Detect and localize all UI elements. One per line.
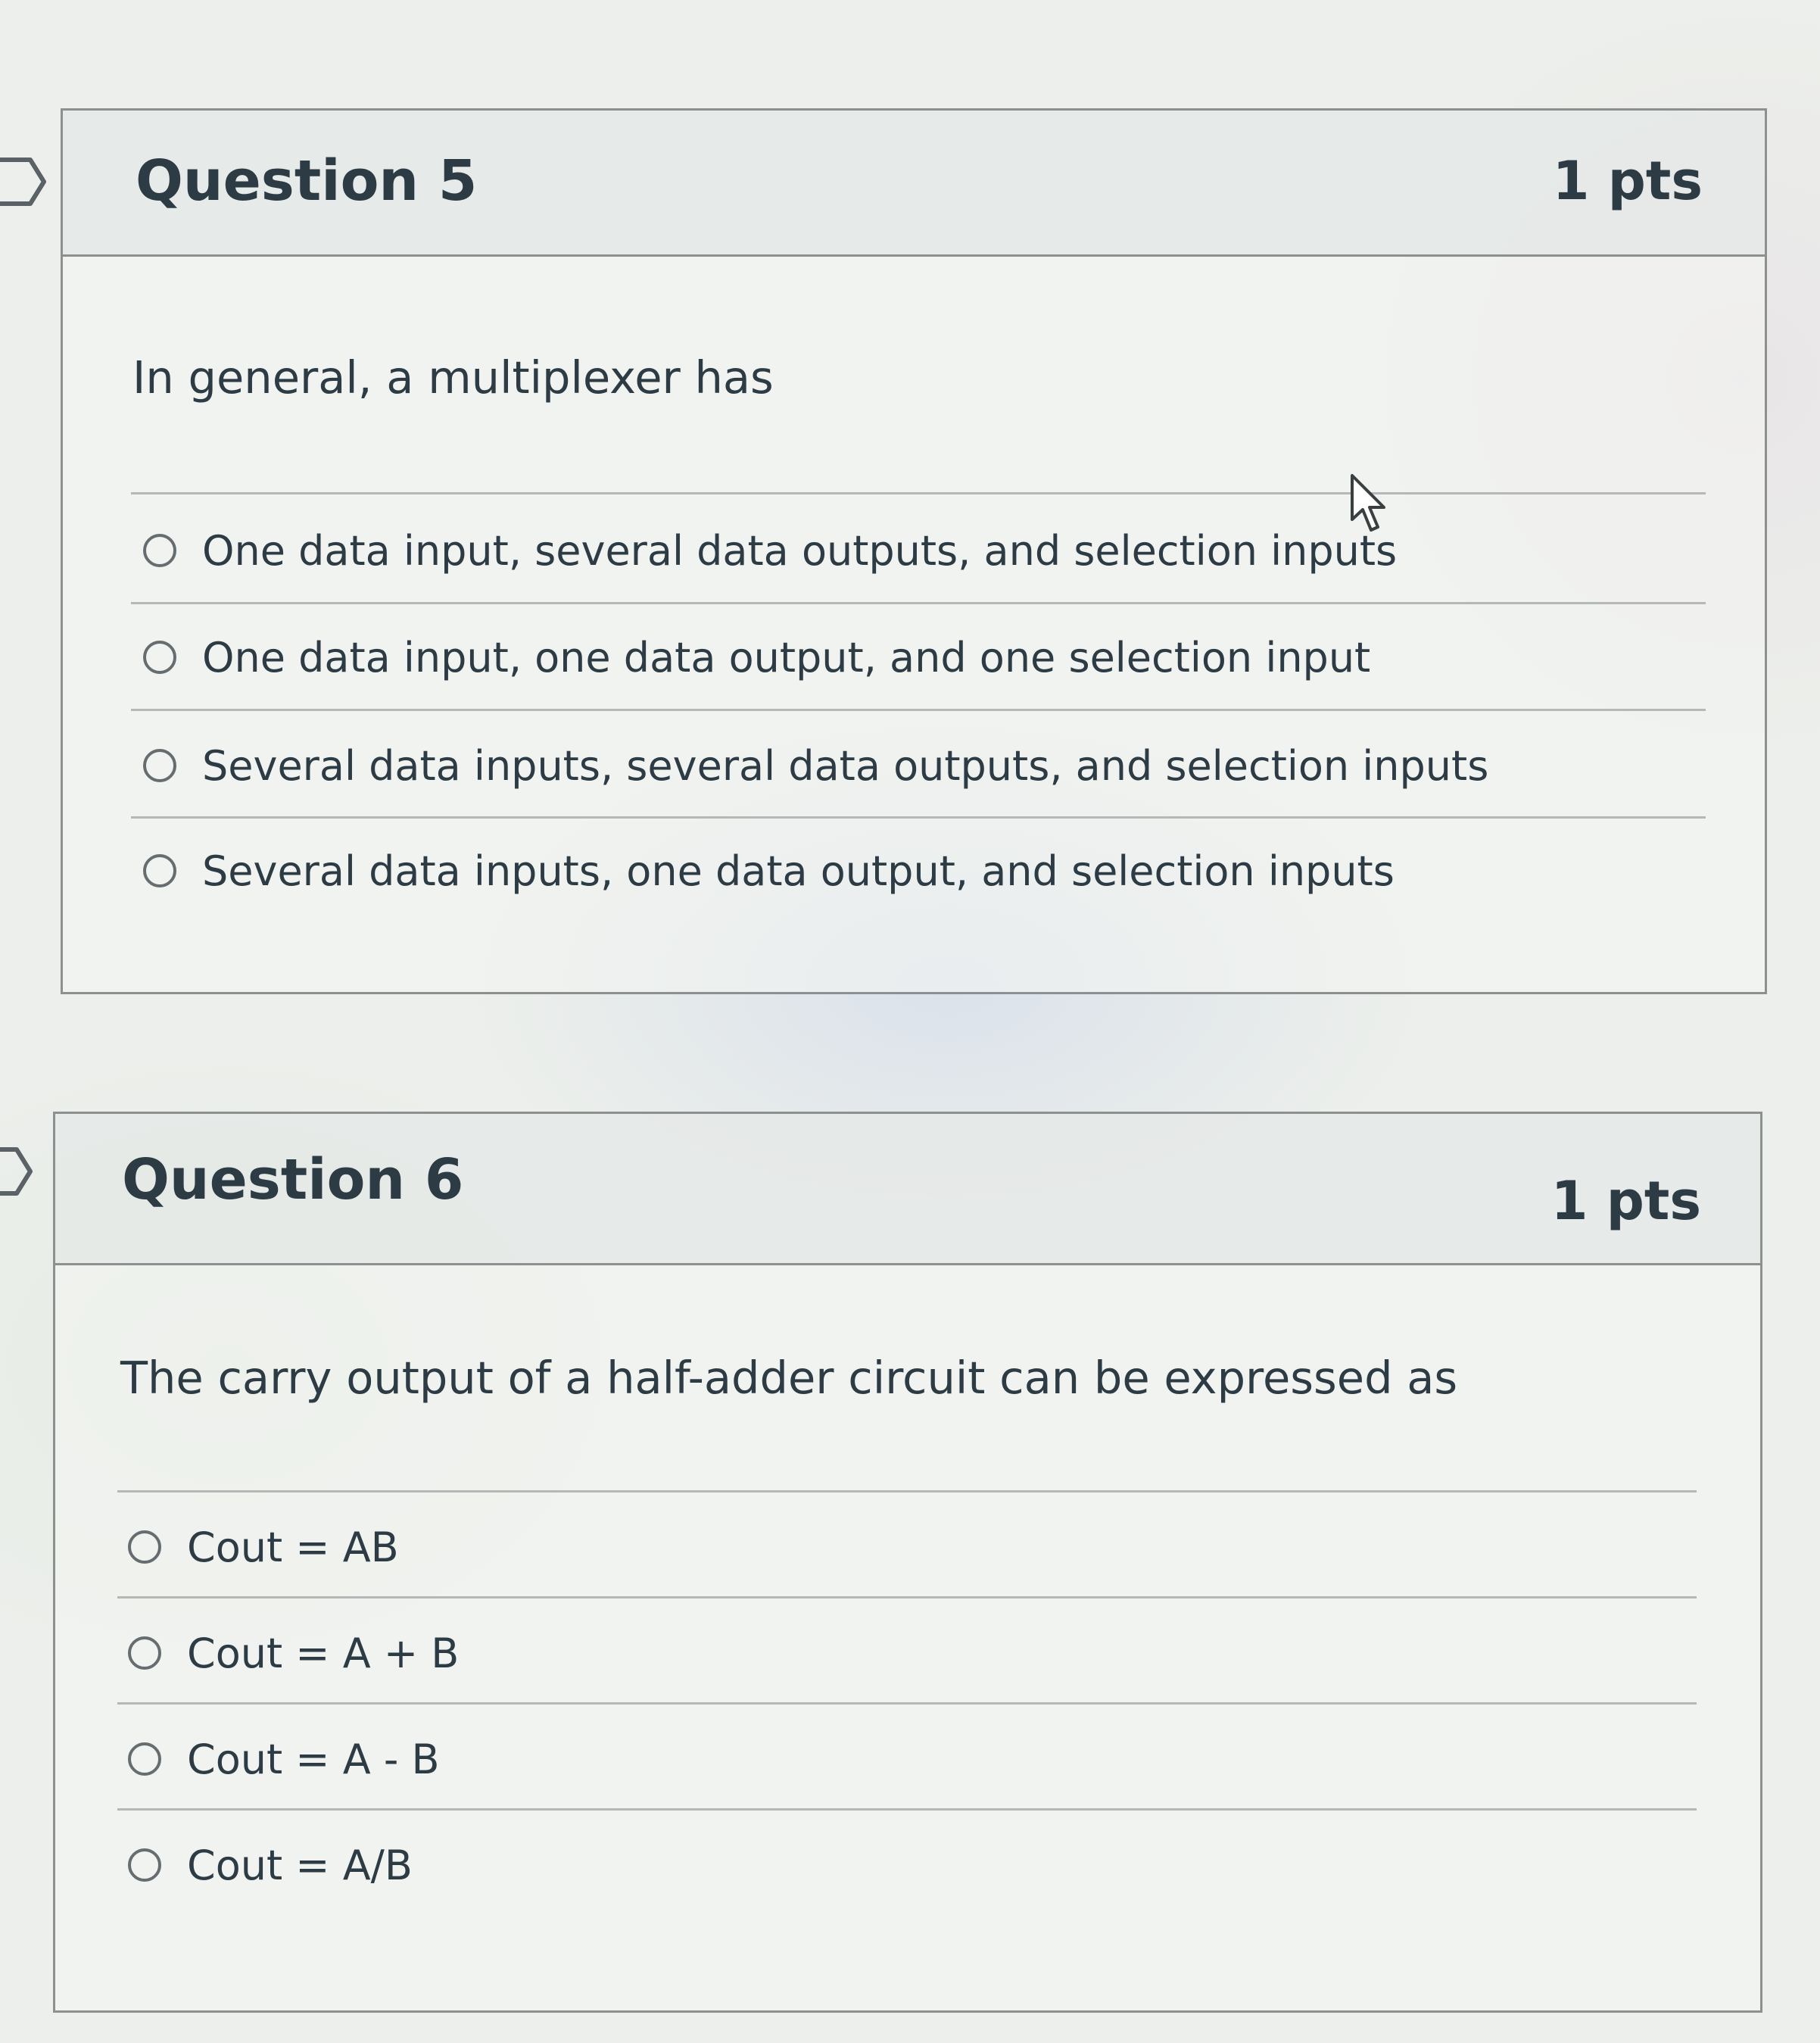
answer-label: Cout = A/B: [187, 1841, 413, 1889]
radio-button[interactable]: [128, 1530, 161, 1564]
answer-label: One data input, one data output, and one…: [202, 633, 1371, 682]
radio-button[interactable]: [128, 1636, 161, 1670]
radio-button[interactable]: [143, 641, 176, 674]
question-6-points: 1 pts: [1550, 1170, 1701, 1232]
answer-divider: [117, 1596, 1697, 1599]
question-5-title: Question 5: [136, 148, 478, 214]
question-5-header: Question 5 1 pts: [63, 111, 1765, 257]
answer-label: Several data inputs, one data output, an…: [202, 847, 1395, 895]
answer-divider: [131, 709, 1706, 711]
question-5-nav-icon[interactable]: [0, 155, 50, 208]
question-5-answer-3[interactable]: Several data inputs, several data output…: [143, 728, 1488, 803]
question-5-answer-1[interactable]: One data input, several data outputs, an…: [143, 513, 1397, 588]
question-6-card: Question 6 1 pts The carry output of a h…: [53, 1112, 1762, 2013]
radio-button[interactable]: [143, 749, 176, 782]
mouse-pointer-icon: [1351, 474, 1385, 532]
question-5-points: 1 pts: [1552, 150, 1703, 212]
answer-divider: [131, 816, 1706, 819]
question-5-card: Question 5 1 pts In general, a multiplex…: [61, 108, 1767, 994]
question-6-answer-2[interactable]: Cout = A + B: [128, 1615, 459, 1691]
radio-button[interactable]: [128, 1742, 161, 1776]
question-6-answer-4[interactable]: Cout = A/B: [128, 1827, 413, 1903]
question-5-answer-4[interactable]: Several data inputs, one data output, an…: [143, 833, 1395, 909]
question-6-title: Question 6: [122, 1147, 464, 1212]
answer-divider: [117, 1702, 1697, 1705]
question-6-divider: [117, 1490, 1697, 1492]
answer-label: Several data inputs, several data output…: [202, 741, 1489, 790]
answer-divider: [131, 602, 1706, 604]
question-6-text: The carry output of a half-adder circuit…: [120, 1352, 1458, 1404]
question-6-nav-icon[interactable]: [0, 1145, 38, 1198]
question-6-answer-1[interactable]: Cout = AB: [128, 1509, 399, 1585]
radio-button[interactable]: [143, 534, 176, 567]
answer-divider: [117, 1808, 1697, 1811]
answer-label: Cout = A + B: [187, 1629, 460, 1677]
radio-button[interactable]: [143, 854, 176, 887]
question-6-answer-3[interactable]: Cout = A - B: [128, 1721, 440, 1797]
question-5-divider: [131, 492, 1706, 494]
question-5-text: In general, a multiplexer has: [132, 351, 774, 404]
answer-label: Cout = A - B: [187, 1735, 440, 1783]
answer-label: One data input, several data outputs, an…: [202, 526, 1398, 575]
question-6-header: Question 6 1 pts: [55, 1114, 1760, 1265]
question-5-answer-2[interactable]: One data input, one data output, and one…: [143, 619, 1370, 695]
answer-label: Cout = AB: [187, 1523, 399, 1571]
radio-button[interactable]: [128, 1848, 161, 1882]
